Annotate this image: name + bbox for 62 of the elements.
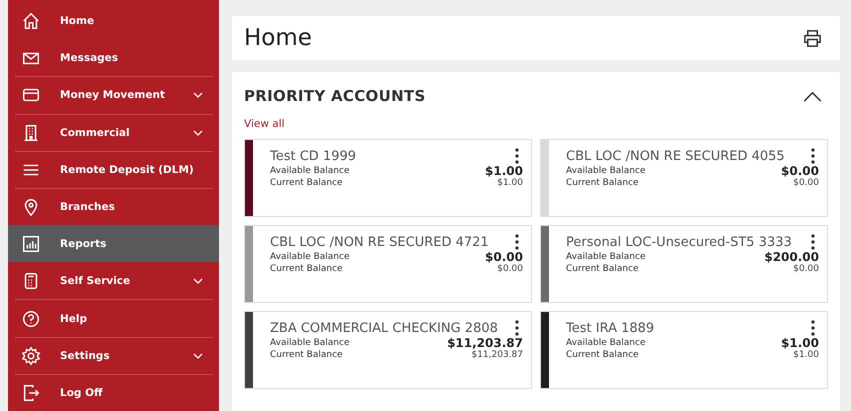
balance-label: Available Balance [270, 338, 350, 348]
balance-label: Available Balance [566, 252, 646, 262]
balance-label: Current Balance [270, 178, 343, 188]
nav-item[interactable]: Help [15, 299, 213, 337]
current-balance: $11,203.87 [471, 350, 523, 360]
help-icon [21, 308, 41, 329]
balance-label: Available Balance [566, 166, 646, 176]
nav-item[interactable]: Messages [8, 39, 213, 76]
account-card[interactable]: Personal LOC-Unsecured-ST5 3333 Available Balance $200.00 Current Balance $0.00 [540, 225, 828, 303]
balance-label: Available Balance [270, 166, 350, 176]
current-balance: $0.00 [793, 178, 819, 188]
nav-item[interactable]: Log Off [15, 374, 213, 411]
current-balance: $0.00 [497, 264, 523, 274]
more-options-icon[interactable] [515, 320, 519, 336]
balance-label: Current Balance [566, 264, 639, 274]
current-balance: $1.00 [497, 178, 523, 188]
more-options-icon[interactable] [515, 234, 519, 250]
nav-item[interactable]: Commercial [15, 114, 213, 151]
account-name: Test CD 1999 [270, 148, 356, 164]
view-all-link[interactable]: View all [244, 118, 285, 130]
more-options-icon[interactable] [811, 148, 815, 164]
account-name: Test IRA 1889 [566, 320, 654, 336]
nav-item[interactable]: Home [8, 2, 213, 40]
available-balance: $1.00 [781, 336, 819, 350]
nav-item[interactable]: Settings [15, 336, 213, 374]
balance-label: Current Balance [270, 264, 343, 274]
balance-label: Current Balance [566, 178, 639, 188]
chevron-up-icon[interactable] [803, 90, 822, 102]
balance-label: Available Balance [270, 252, 350, 262]
balance-label: Current Balance [566, 350, 639, 360]
nav-item[interactable]: Self Service [15, 262, 213, 300]
nav-item[interactable]: Reports [8, 225, 219, 262]
account-name: Personal LOC-Unsecured-ST5 3333 [566, 234, 792, 250]
available-balance: $0.00 [485, 250, 523, 264]
account-card[interactable]: CBL LOC /NON RE SECURED 4055 Available Balance $0.00 Current Balance $0.00 [540, 139, 828, 217]
bar-chart-icon [21, 234, 41, 254]
more-options-icon[interactable] [811, 234, 815, 250]
settings-icon [21, 346, 41, 366]
more-options-icon[interactable] [811, 320, 815, 336]
page-title: Home [244, 25, 312, 51]
nav-item[interactable]: Remote Deposit (DLM) [15, 150, 213, 188]
panel-title: PRIORITY ACCOUNTS [244, 87, 426, 105]
balance-label: Current Balance [270, 350, 343, 360]
print-icon[interactable] [803, 28, 822, 48]
account-card[interactable]: CBL LOC /NON RE SECURED 4721 Available Balance $0.00 Current Balance $0.00 [244, 225, 532, 303]
logout-icon [21, 382, 41, 403]
account-name: CBL LOC /NON RE SECURED 4721 [270, 234, 489, 250]
account-card[interactable]: Test CD 1999 Available Balance $1.00 Current Balance $1.00 [244, 139, 532, 217]
available-balance: $1.00 [485, 164, 523, 178]
available-balance: $0.00 [781, 164, 819, 178]
account-card[interactable]: ZBA COMMERCIAL CHECKING 2808 Available Balance $11,203.87 Current Balance $11,203.87 [244, 311, 532, 389]
available-balance: $11,203.87 [447, 336, 523, 350]
current-balance: $1.00 [793, 350, 819, 360]
account-name: ZBA COMMERCIAL CHECKING 2808 [270, 320, 498, 336]
account-name: CBL LOC /NON RE SECURED 4055 [566, 148, 785, 164]
available-balance: $200.00 [764, 250, 819, 264]
home-icon [21, 10, 41, 31]
current-balance: $0.00 [793, 264, 819, 274]
balance-label: Available Balance [566, 338, 646, 348]
nav-item[interactable]: Money Movement [15, 76, 213, 114]
account-card[interactable]: Test IRA 1889 Available Balance $1.00 Current Balance $1.00 [540, 311, 828, 389]
more-options-icon[interactable] [515, 148, 519, 164]
